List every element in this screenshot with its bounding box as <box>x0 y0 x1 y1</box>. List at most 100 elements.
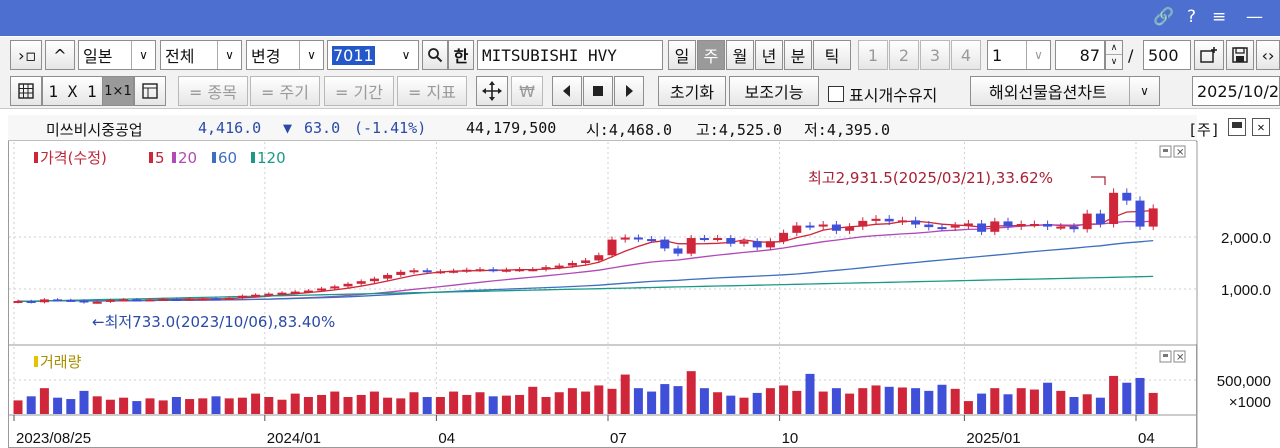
volume-bar <box>1043 382 1053 414</box>
volume-bar <box>1122 382 1132 414</box>
market-select[interactable]: 일본 ∨ <box>78 40 156 70</box>
layout-2-button[interactable]: 2 <box>889 40 919 70</box>
date-input[interactable]: 2025/10/2 <box>1192 76 1280 106</box>
volume-bar <box>1095 397 1105 414</box>
change-percent: (-1.41%) <box>354 119 427 137</box>
candle-body <box>251 294 261 297</box>
candle-body <box>713 238 723 241</box>
close-icon[interactable]: ✕ <box>1252 118 1270 136</box>
candle-body <box>1056 226 1066 229</box>
search-icon[interactable] <box>422 40 448 70</box>
volume-bar <box>356 394 366 414</box>
candle-body <box>990 221 1000 232</box>
keep-count-label: 표시개수유지 <box>849 86 938 105</box>
count-stepper[interactable]: ∧ ∨ <box>1105 40 1123 70</box>
multiplier-select[interactable]: 1 ∨ <box>987 40 1051 70</box>
volume-bar <box>937 384 947 414</box>
link-icon[interactable]: 🔗 <box>1153 7 1174 27</box>
period-day-button[interactable]: 일 <box>668 40 696 70</box>
volume-bar <box>185 399 195 414</box>
volume-bar <box>488 396 498 414</box>
period-minute-button[interactable]: 분 <box>784 40 812 70</box>
y-tick-label: 1,000.0 <box>1221 282 1271 299</box>
layout-1-button[interactable]: 1 <box>858 40 888 70</box>
layout-4-button[interactable]: 4 <box>951 40 981 70</box>
new-window-icon[interactable] <box>1194 40 1224 70</box>
menu-icon[interactable]: ≡ <box>1212 7 1226 27</box>
filter-indicator-button[interactable]: = 지표 <box>397 76 467 106</box>
volume-bar <box>171 397 181 414</box>
candle-body <box>356 281 366 284</box>
chevron-down-icon[interactable]: ∨ <box>299 41 323 69</box>
grid-size-button[interactable]: 1 X 1 <box>42 76 102 106</box>
candle-body <box>739 241 749 244</box>
candle-body <box>343 283 353 287</box>
x-tick-label: 2023/08/25 <box>16 430 91 447</box>
change-value: 63.0 <box>304 119 341 137</box>
low-price: 저:4,395.0 <box>804 121 891 139</box>
expand-button[interactable]: ›◻ <box>10 40 42 70</box>
stop-icon[interactable] <box>583 76 613 106</box>
keep-count-option[interactable]: 표시개수유지 <box>828 82 937 106</box>
minimize-icon[interactable]: — <box>1246 7 1263 27</box>
layout-panel-icon[interactable] <box>134 76 166 106</box>
volume-bar <box>528 386 538 414</box>
stock-code-input[interactable]: 7011 ∨ <box>327 40 419 70</box>
volume-bar <box>990 388 1000 414</box>
count-input[interactable]: 87 <box>1055 40 1105 70</box>
candle-body <box>752 241 762 248</box>
chevron-down-icon[interactable]: ∨ <box>1026 41 1050 69</box>
candle-body <box>963 223 973 226</box>
candle-body <box>950 225 960 228</box>
period-year-button[interactable]: 년 <box>755 40 783 70</box>
period-month-button[interactable]: 월 <box>726 40 754 70</box>
hangul-toggle-button[interactable]: 한 <box>448 40 474 70</box>
candle-body <box>13 300 23 303</box>
scope-select[interactable]: 전체 ∨ <box>160 40 242 70</box>
candle-body <box>119 299 129 302</box>
prev-icon[interactable] <box>552 76 582 106</box>
chevron-down-icon[interactable]: ∨ <box>131 41 155 69</box>
candle-body <box>620 237 630 240</box>
save-icon[interactable] <box>1226 40 1254 70</box>
chevron-down-icon[interactable]: ∨ <box>1129 77 1159 105</box>
reset-button[interactable]: 초기화 <box>658 76 726 106</box>
unit-label: [주] <box>1188 121 1220 139</box>
volume-bar <box>237 397 247 414</box>
grid-icon[interactable] <box>10 76 42 106</box>
help-icon[interactable]: ? <box>1187 7 1196 27</box>
period-week-button[interactable]: 주 <box>697 40 725 70</box>
layout-3-button[interactable]: 3 <box>920 40 950 70</box>
volume-bar <box>145 398 155 414</box>
chevron-down-icon[interactable]: ∨ <box>217 41 241 69</box>
grid-1x1-button[interactable]: 1×1 <box>102 76 134 106</box>
overseas-chart-select[interactable]: 해외선물옵션차트 ∨ <box>970 76 1160 106</box>
collapse-icon[interactable]: ‹› <box>1256 40 1280 70</box>
candle-body <box>897 220 907 223</box>
max-count-input[interactable]: 500 <box>1143 40 1191 70</box>
candle-body <box>911 220 921 225</box>
volume-bar <box>845 393 855 414</box>
stepper-down-icon[interactable]: ∨ <box>1106 55 1122 69</box>
volume-bar <box>620 374 630 414</box>
filter-range-button[interactable]: = 기간 <box>324 76 394 106</box>
up-button[interactable]: ^ <box>45 40 75 70</box>
currency-button[interactable]: ₩ <box>511 76 543 106</box>
filter-stock-button[interactable]: = 종목 <box>178 76 248 106</box>
next-icon[interactable] <box>614 76 644 106</box>
current-price: 4,416.0 <box>198 119 262 137</box>
volume-bar <box>251 393 261 414</box>
period-tick-button[interactable]: 틱 <box>813 40 851 70</box>
candle-body <box>198 298 208 301</box>
keep-count-checkbox[interactable] <box>828 86 844 102</box>
stepper-up-icon[interactable]: ∧ <box>1106 41 1122 55</box>
change-select[interactable]: 변경 ∨ <box>246 40 324 70</box>
pane-close-glyph: ✕ <box>1176 148 1184 159</box>
open-price: 시:4,468.0 <box>586 121 673 139</box>
candle-body <box>105 299 115 302</box>
chevron-down-icon[interactable]: ∨ <box>394 41 418 69</box>
restore-icon[interactable] <box>1228 118 1246 136</box>
filter-period-button[interactable]: = 주기 <box>250 76 320 106</box>
move-icon[interactable] <box>476 76 508 106</box>
aux-function-button[interactable]: 보조기능 <box>729 76 819 106</box>
